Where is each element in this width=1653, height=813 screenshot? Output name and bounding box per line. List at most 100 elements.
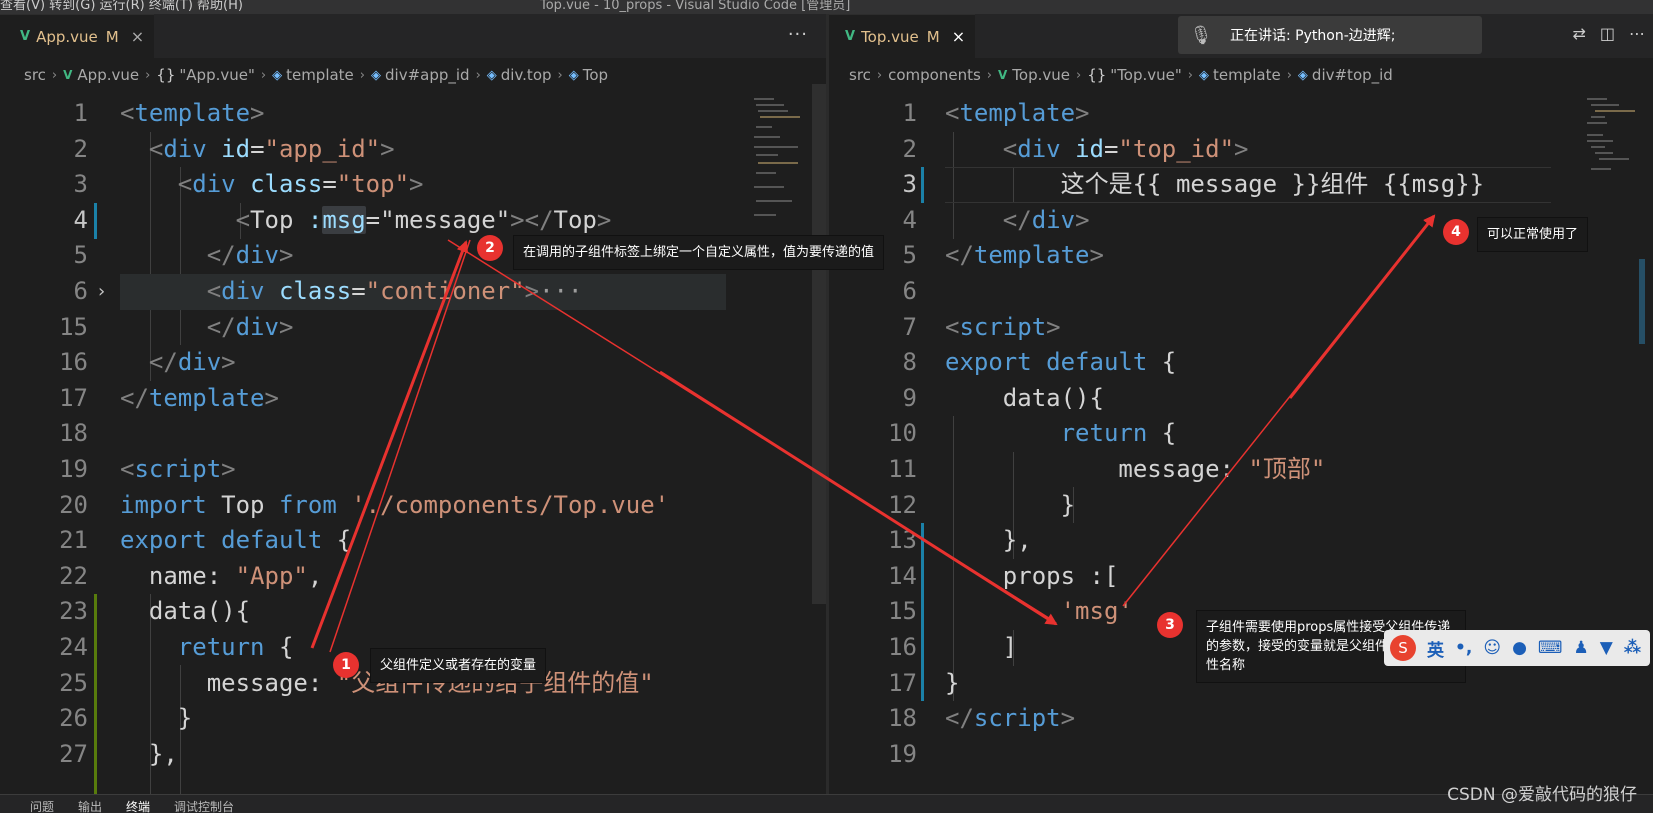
tab-app-vue[interactable]: V App.vue M × — [0, 14, 155, 58]
chevron-right-icon[interactable]: › — [96, 274, 107, 310]
msg-attribute: msg — [322, 205, 366, 234]
window-title: Top.vue - 10_props - Visual Studio Code … — [540, 0, 851, 13]
tab-terminal[interactable]: 终端 — [126, 798, 150, 813]
keyboard-icon[interactable]: ⌨ — [1538, 638, 1563, 658]
msg-interpolation: {{msg}} — [1382, 170, 1485, 199]
user-icon[interactable]: ♟ — [1573, 638, 1588, 658]
code-line: 2 <div id="app_id"> — [73, 134, 395, 163]
breadcrumb-item[interactable]: ◈ div.top — [487, 66, 552, 84]
code-line-folded: 6 › <div class="contioner">··· — [0, 273, 826, 310]
title-bar: 查看(V) 转到(G) 运行(R) 终端(T) 帮助(H) Top.vue - … — [0, 0, 1653, 14]
breadcrumb-item[interactable]: V App.vue — [63, 66, 139, 84]
annotation-badge-4: 4 — [1443, 219, 1469, 245]
code-line: 22 name: "App", — [59, 561, 323, 590]
code-line: 7 <script> — [902, 312, 1061, 341]
code-line: 15 </div> — [59, 312, 294, 341]
code-line: 26 } — [59, 704, 193, 733]
grid-menu-icon[interactable]: ⁂ — [1624, 638, 1641, 658]
code-line: 13 }, — [888, 526, 1032, 555]
vue-file-icon: V — [998, 68, 1008, 82]
breadcrumb-item[interactable]: components — [888, 66, 981, 84]
ime-logo-icon[interactable]: S — [1390, 635, 1416, 661]
code-line: 1 <template> — [902, 99, 1090, 127]
code-line: 27 }, — [59, 739, 178, 768]
ime-language-toggle[interactable]: 英 — [1427, 636, 1444, 661]
vue-file-icon: V — [20, 29, 31, 44]
breadcrumb-item[interactable]: ◈ Top — [569, 66, 608, 84]
annotation-callout-4: 可以正常使用了 — [1477, 217, 1589, 252]
code-line: 10 return { — [888, 419, 1177, 448]
breadcrumb-item[interactable]: {} "App.vue" — [156, 66, 255, 84]
code-line: 19 <script> — [59, 454, 236, 483]
code-line: 18 — [59, 419, 88, 448]
code-line: 8 export default { — [902, 348, 1177, 377]
editor-actions: ⇄ ◫ ⋯ — [1572, 24, 1645, 43]
code-line: 19 — [888, 739, 917, 768]
code-line: 17 </template> — [59, 383, 279, 412]
tab-label: App.vue — [36, 27, 98, 46]
ime-toolbar: S 英 •, ☺ ● ⌨ ♟ ▼ ⁂ — [1384, 630, 1650, 666]
ime-punctuation-toggle[interactable]: •, — [1455, 638, 1472, 658]
tab-top-vue[interactable]: V Top.vue M × — [829, 14, 976, 58]
more-actions-icon[interactable]: ⋯ — [1629, 24, 1645, 43]
breadcrumb-item[interactable]: src — [849, 66, 871, 84]
code-line-current: 3 这个是{{ message }}组件 {{msg}} — [902, 170, 1485, 199]
code-line: 21 export default { — [59, 526, 352, 555]
element-icon: ◈ — [486, 67, 497, 83]
tab-problems[interactable]: 问题 — [30, 798, 54, 813]
breadcrumb-item[interactable]: V Top.vue — [998, 66, 1070, 84]
annotation-callout-1: 父组件定义或者存在的变量 — [370, 648, 547, 683]
breadcrumb-left: src › V App.vue › {} "App.vue" › ◈ template › ◈… — [24, 66, 609, 84]
code-line-current: 4 <Top :msg="message"></Top> — [73, 205, 612, 234]
breadcrumb-right: src › components › V Top.vue › {} "Top.vue" › … — [849, 66, 1393, 84]
element-icon: ◈ — [1199, 67, 1209, 83]
annotation-badge-3: 3 — [1157, 612, 1183, 638]
compare-changes-icon[interactable]: ⇄ — [1572, 24, 1585, 43]
microphone-icon[interactable]: ● — [1512, 638, 1527, 658]
tab-debug-console[interactable]: 调试控制台 — [174, 798, 234, 813]
vue-file-icon: V — [63, 68, 73, 82]
close-icon[interactable]: × — [131, 27, 144, 46]
code-line: 1 <template> — [73, 99, 265, 127]
menu-bar[interactable]: 查看(V) 转到(G) 运行(R) 终端(T) 帮助(H) — [0, 0, 243, 13]
modified-badge: M — [105, 27, 119, 46]
breadcrumb-item[interactable]: ◈ div#app_id — [371, 66, 470, 84]
code-line: 23 data(){ — [59, 597, 251, 626]
more-actions-icon[interactable]: ··· — [788, 24, 808, 45]
element-icon: ◈ — [1297, 67, 1308, 83]
breadcrumb-item[interactable]: src — [24, 66, 46, 84]
annotation-badge-1: 1 — [333, 652, 359, 678]
module-icon: {} — [1087, 66, 1107, 84]
tab-label: Top.vue — [861, 27, 919, 46]
code-area-left[interactable]: 1 <template> 2 <div id="app_id"> 3 <div c… — [0, 96, 826, 794]
element-icon: ◈ — [272, 67, 283, 83]
watermark: CSDN @爱敲代码的狼仔 — [1447, 785, 1637, 805]
code-line: 12 } — [888, 490, 1076, 519]
bottom-panel: 问题 输出 终端 调试控制台 — [0, 794, 1653, 813]
code-line: 18 </script> — [888, 704, 1076, 733]
annotation-badge-2: 2 — [477, 235, 503, 261]
vue-file-icon: V — [845, 29, 856, 44]
emoji-icon[interactable]: ☺ — [1483, 638, 1501, 658]
code-line: 20 import Top from './components/Top.vue' — [59, 490, 670, 519]
code-line: 16 </div> — [59, 348, 236, 377]
skin-icon[interactable]: ▼ — [1600, 638, 1613, 658]
breadcrumb-item[interactable]: {} "Top.vue" — [1087, 66, 1182, 84]
breadcrumb-item[interactable]: ◈ div#top_id — [1298, 66, 1393, 84]
breadcrumb-item[interactable]: ◈ template — [1199, 66, 1281, 84]
module-icon: {} — [156, 66, 176, 84]
element-icon: ◈ — [371, 67, 381, 83]
code-line: 11 message: "顶部" — [888, 454, 1326, 483]
microphone-icon[interactable]: 🎙 — [1178, 25, 1224, 46]
split-editor-icon[interactable]: ◫ — [1600, 24, 1615, 43]
tab-bar-left: V App.vue M × ··· — [0, 14, 826, 58]
code-line: 3 <div class="top"> — [73, 170, 424, 199]
close-icon[interactable]: × — [952, 27, 965, 46]
code-area-right[interactable]: 1 <template> 2 <div id="top_id"> 3 这个是{{ … — [829, 96, 1653, 794]
speech-indicator: 🎙 正在讲话: Python-边进辉; — [1178, 16, 1482, 54]
breadcrumb-item[interactable]: ◈ template — [272, 66, 354, 84]
code-line: 2 <div id="top_id"> — [902, 134, 1249, 163]
tab-output[interactable]: 输出 — [78, 798, 102, 813]
annotation-callout-2: 在调用的子组件标签上绑定一个自定义属性，值为要传递的值 — [513, 235, 885, 270]
element-icon: ◈ — [568, 67, 579, 83]
